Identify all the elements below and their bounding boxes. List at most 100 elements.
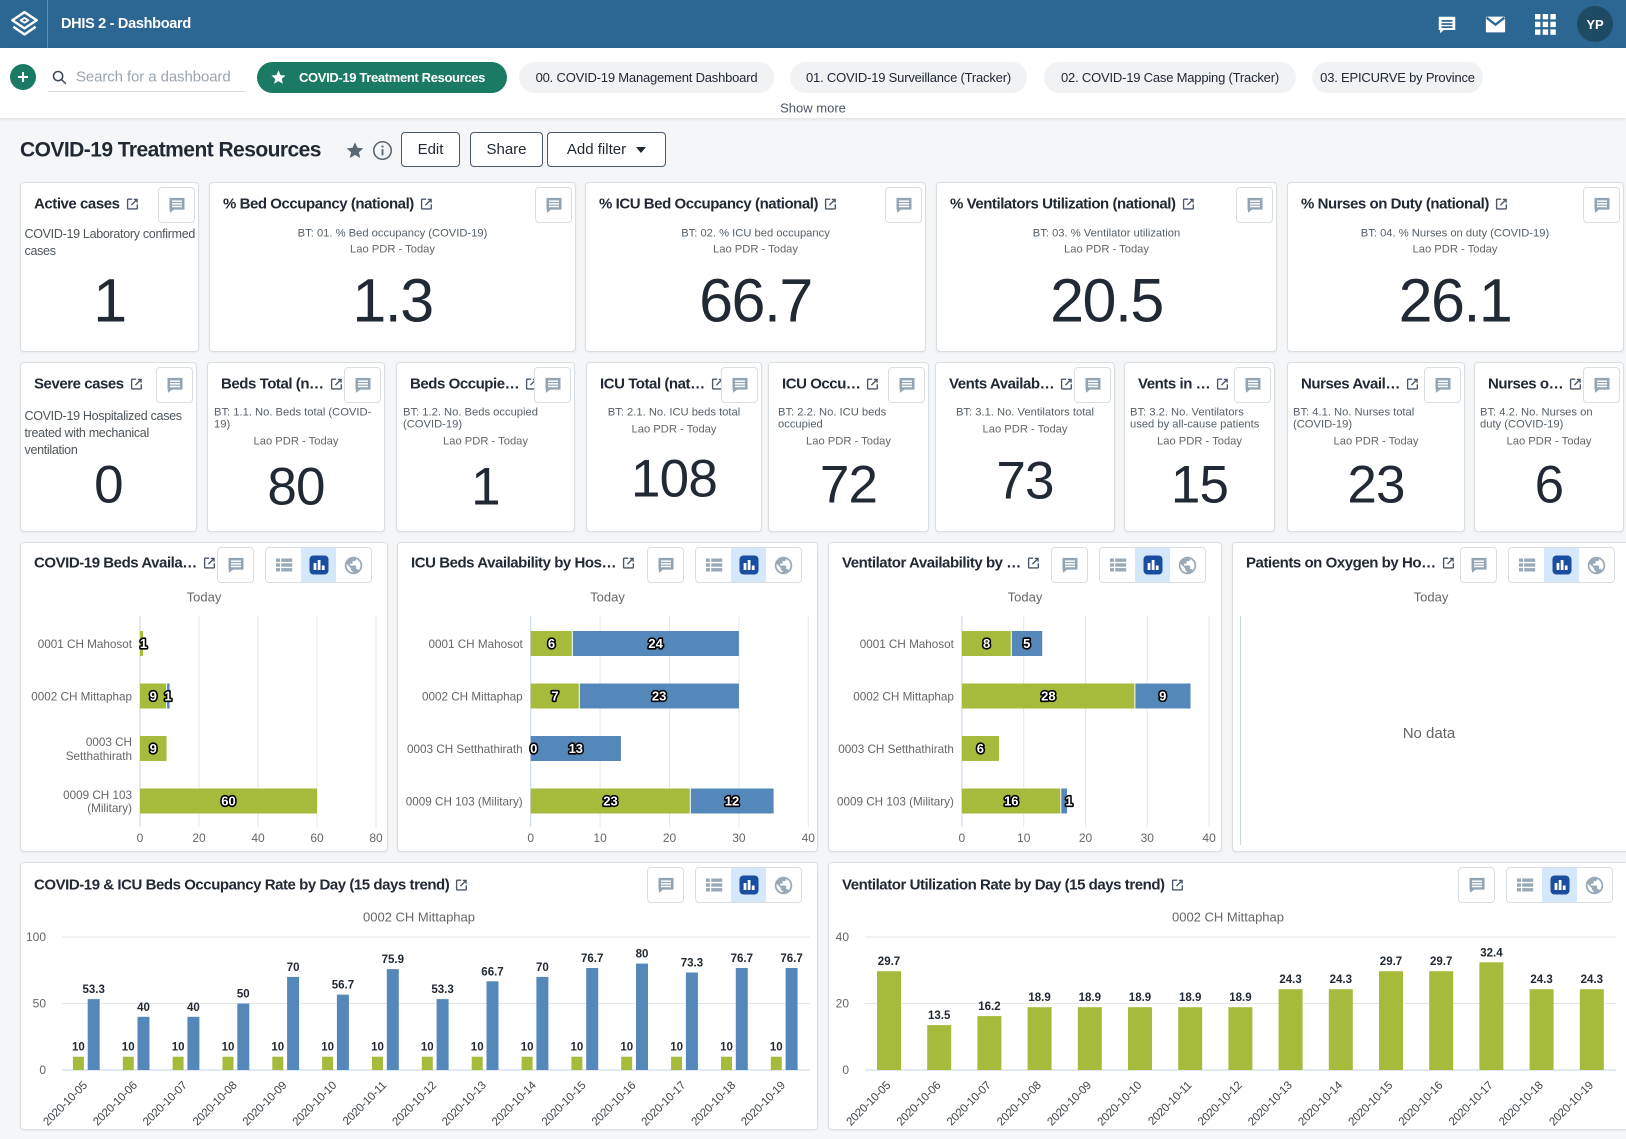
svg-text:18.9: 18.9 <box>1129 992 1151 1004</box>
svg-text:23: 23 <box>603 794 617 809</box>
svg-text:13: 13 <box>569 741 583 756</box>
svg-text:0001 CH Mahosot: 0001 CH Mahosot <box>38 638 133 651</box>
svg-text:29.7: 29.7 <box>1430 956 1452 968</box>
svg-text:0009 CH 103: 0009 CH 103 <box>63 789 132 802</box>
svg-text:10: 10 <box>471 1042 484 1054</box>
svg-text:0003 CH: 0003 CH <box>86 736 132 749</box>
svg-text:2020-10-11: 2020-10-11 <box>1146 1080 1194 1128</box>
svg-text:16: 16 <box>1004 794 1018 809</box>
svg-text:76.7: 76.7 <box>731 953 753 965</box>
svg-text:10: 10 <box>593 831 607 845</box>
svg-text:13.5: 13.5 <box>928 1010 951 1022</box>
svg-text:70: 70 <box>287 962 300 974</box>
svg-text:2020-10-06: 2020-10-06 <box>895 1080 944 1129</box>
svg-text:56.7: 56.7 <box>332 980 354 992</box>
svg-text:5: 5 <box>1023 636 1030 651</box>
svg-text:2020-10-11: 2020-10-11 <box>341 1080 389 1128</box>
svg-text:2020-10-19: 2020-10-19 <box>739 1080 788 1129</box>
svg-text:10: 10 <box>720 1042 733 1054</box>
svg-text:10: 10 <box>421 1042 434 1054</box>
svg-text:10: 10 <box>172 1042 185 1054</box>
svg-text:2020-10-10: 2020-10-10 <box>1096 1080 1145 1129</box>
svg-text:0001 CH Mahosot: 0001 CH Mahosot <box>860 638 955 651</box>
svg-text:2020-10-16: 2020-10-16 <box>590 1080 639 1129</box>
svg-text:2020-10-15: 2020-10-15 <box>540 1080 589 1129</box>
svg-text:No data: No data <box>1403 725 1456 742</box>
svg-text:50: 50 <box>33 997 47 1011</box>
svg-text:18.9: 18.9 <box>1079 992 1101 1004</box>
svg-text:2020-10-07: 2020-10-07 <box>945 1080 994 1129</box>
svg-text:40: 40 <box>251 831 265 845</box>
svg-text:20: 20 <box>192 831 206 845</box>
svg-text:8: 8 <box>983 636 990 651</box>
svg-text:18.9: 18.9 <box>1028 992 1050 1004</box>
svg-text:0003 CH Setthathirath: 0003 CH Setthathirath <box>407 743 523 756</box>
svg-text:2020-10-12: 2020-10-12 <box>390 1080 439 1129</box>
svg-text:1: 1 <box>164 689 171 704</box>
svg-text:0002 CH Mittaphap: 0002 CH Mittaphap <box>363 910 475 925</box>
svg-text:1: 1 <box>140 636 147 651</box>
svg-text:2020-10-13: 2020-10-13 <box>1246 1080 1295 1129</box>
svg-text:23: 23 <box>652 689 666 704</box>
svg-text:0002 CH Mittaphap: 0002 CH Mittaphap <box>31 691 132 704</box>
svg-text:0002 CH Mittaphap: 0002 CH Mittaphap <box>422 691 523 704</box>
svg-text:6: 6 <box>977 741 984 756</box>
svg-text:2020-10-08: 2020-10-08 <box>995 1080 1044 1129</box>
svg-text:6: 6 <box>548 636 555 651</box>
svg-text:0: 0 <box>39 1063 46 1077</box>
svg-text:2020-10-17: 2020-10-17 <box>640 1080 689 1129</box>
svg-text:10: 10 <box>1017 831 1031 845</box>
svg-text:9: 9 <box>150 741 157 756</box>
svg-text:73.3: 73.3 <box>681 958 703 970</box>
svg-text:24.3: 24.3 <box>1581 974 1603 986</box>
svg-text:2020-10-09: 2020-10-09 <box>1045 1080 1094 1129</box>
svg-text:2020-10-15: 2020-10-15 <box>1347 1080 1396 1129</box>
svg-text:(Military): (Military) <box>87 802 132 815</box>
svg-text:Today: Today <box>1414 590 1449 605</box>
svg-text:2020-10-14: 2020-10-14 <box>490 1079 539 1128</box>
svg-text:2020-10-14: 2020-10-14 <box>1296 1079 1345 1128</box>
svg-text:Setthathirath: Setthathirath <box>66 750 132 763</box>
svg-text:0003 CH Setthathirath: 0003 CH Setthathirath <box>838 743 954 756</box>
svg-text:20: 20 <box>663 831 677 845</box>
svg-text:30: 30 <box>1141 831 1155 845</box>
svg-text:66.7: 66.7 <box>481 966 503 978</box>
svg-text:10: 10 <box>321 1042 334 1054</box>
svg-text:76.7: 76.7 <box>780 953 802 965</box>
svg-text:76.7: 76.7 <box>581 953 603 965</box>
svg-text:53.3: 53.3 <box>83 984 105 996</box>
svg-text:10: 10 <box>770 1042 783 1054</box>
svg-text:10: 10 <box>521 1042 534 1054</box>
svg-text:75.9: 75.9 <box>382 954 404 966</box>
svg-text:2020-10-09: 2020-10-09 <box>241 1080 290 1129</box>
svg-text:29.7: 29.7 <box>878 956 900 968</box>
svg-text:20: 20 <box>836 997 850 1011</box>
svg-text:10: 10 <box>72 1042 85 1054</box>
svg-text:100: 100 <box>26 930 46 944</box>
svg-text:2020-10-16: 2020-10-16 <box>1397 1080 1446 1129</box>
svg-text:80: 80 <box>636 949 649 961</box>
svg-text:10: 10 <box>620 1042 633 1054</box>
svg-text:0: 0 <box>530 741 537 756</box>
svg-text:2020-10-19: 2020-10-19 <box>1547 1080 1596 1129</box>
svg-text:24.3: 24.3 <box>1530 974 1552 986</box>
svg-text:0: 0 <box>137 831 144 845</box>
svg-text:0: 0 <box>959 831 966 845</box>
svg-text:30: 30 <box>732 831 746 845</box>
svg-text:20: 20 <box>1079 831 1093 845</box>
svg-text:2020-10-17: 2020-10-17 <box>1447 1080 1496 1129</box>
svg-text:2020-10-13: 2020-10-13 <box>440 1080 489 1129</box>
svg-text:28: 28 <box>1041 689 1055 704</box>
svg-text:24: 24 <box>648 636 663 651</box>
svg-text:40: 40 <box>1202 831 1216 845</box>
svg-text:80: 80 <box>369 831 383 845</box>
svg-text:9: 9 <box>1159 689 1166 704</box>
svg-text:0009 CH 103 (Military): 0009 CH 103 (Military) <box>837 796 954 809</box>
svg-text:2020-10-12: 2020-10-12 <box>1196 1080 1245 1129</box>
svg-text:60: 60 <box>310 831 324 845</box>
svg-text:10: 10 <box>222 1042 235 1054</box>
svg-text:10: 10 <box>122 1042 135 1054</box>
svg-text:2020-10-10: 2020-10-10 <box>291 1080 340 1129</box>
svg-text:60: 60 <box>221 794 235 809</box>
svg-text:18.9: 18.9 <box>1179 992 1201 1004</box>
